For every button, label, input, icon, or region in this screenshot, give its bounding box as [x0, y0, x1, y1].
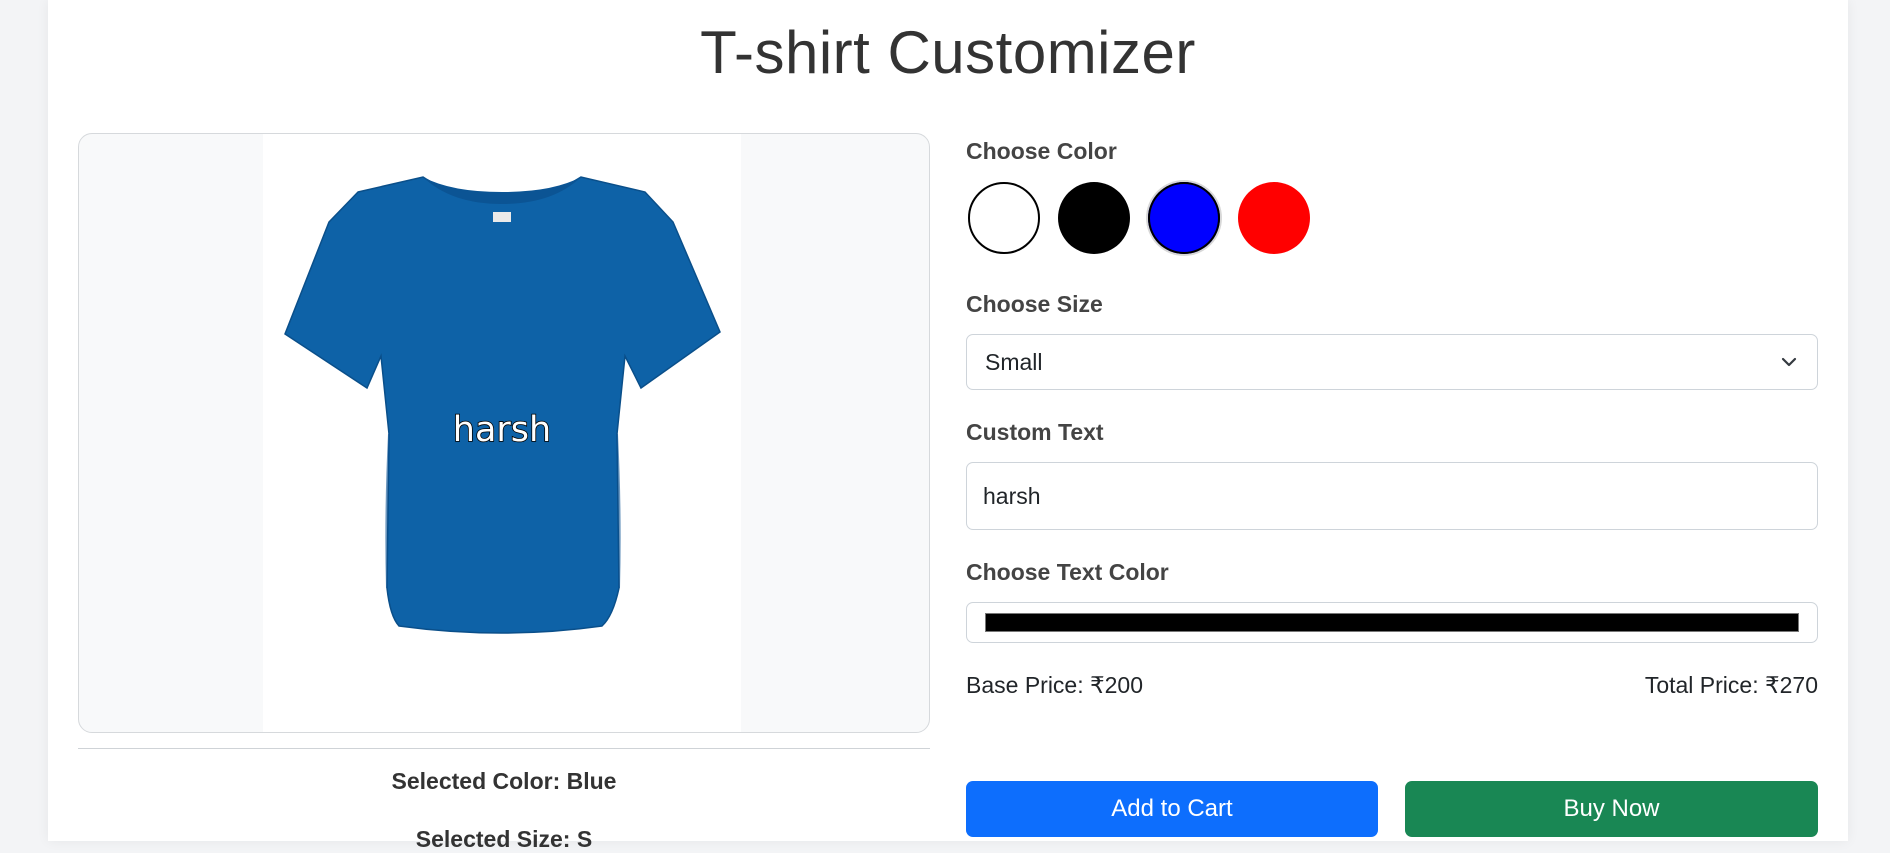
color-swatch-blue[interactable]: [1148, 182, 1220, 254]
total-price: Total Price: ₹270: [1644, 672, 1818, 698]
text-color-picker[interactable]: [966, 602, 1818, 643]
selected-size-text: Selected Size: S: [415, 826, 593, 852]
customizer-card: T-shirt Customizer harsh Selected Color:…: [48, 0, 1848, 852]
custom-text-input[interactable]: [966, 462, 1818, 530]
buy-now-button[interactable]: Buy Now: [1405, 781, 1818, 837]
color-swatch-white[interactable]: [968, 182, 1040, 254]
color-swatch-black[interactable]: [1058, 182, 1130, 254]
divider: [78, 748, 930, 749]
base-price: Base Price: ₹200: [966, 672, 1144, 698]
size-select-value: Small: [985, 348, 1043, 375]
text-color-swatch: [985, 613, 1799, 632]
tshirt-preview-image: harsh: [263, 134, 741, 732]
tshirt-preview-panel: harsh: [78, 133, 930, 733]
color-swatch-red[interactable]: [1238, 182, 1310, 254]
add-to-cart-button[interactable]: Add to Cart: [966, 781, 1378, 837]
page-title: T-shirt Customizer: [700, 19, 1196, 86]
choose-text-color-label: Choose Text Color: [966, 559, 1169, 585]
selected-color-text: Selected Color: Blue: [391, 768, 617, 794]
choose-color-label: Choose Color: [966, 138, 1117, 164]
custom-text-label: Custom Text: [966, 419, 1104, 445]
shirt-custom-text: harsh: [452, 409, 552, 451]
chevron-down-icon: [1781, 357, 1797, 367]
size-select[interactable]: Small: [966, 334, 1818, 390]
choose-size-label: Choose Size: [966, 291, 1103, 317]
